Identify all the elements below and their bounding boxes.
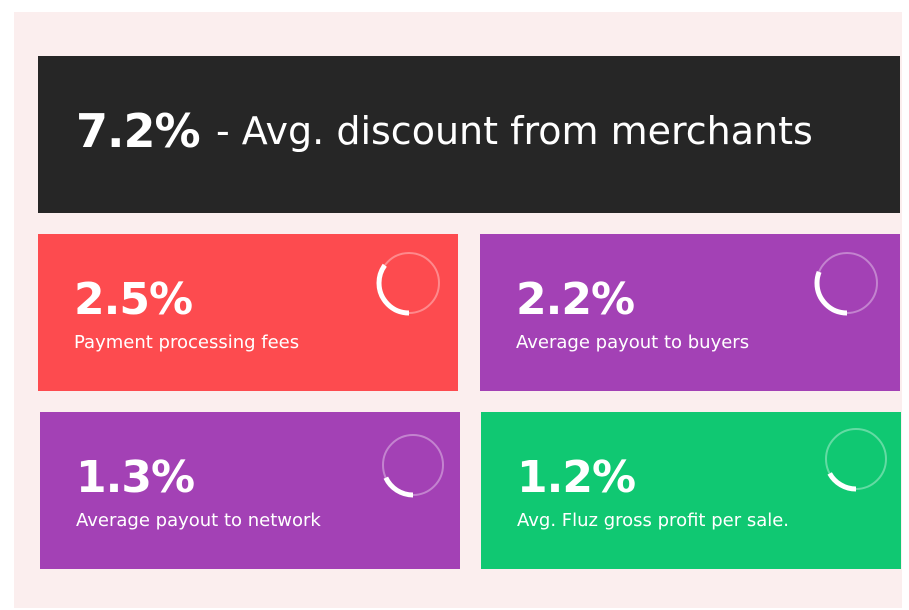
stat-card-fluz-gross-profit: 1.2% Avg. Fluz gross profit per sale. bbox=[481, 412, 901, 569]
stat-value: 1.3% bbox=[76, 452, 195, 503]
stat-value: 1.2% bbox=[517, 452, 636, 503]
progress-ring-gauge bbox=[380, 432, 446, 498]
stat-label: Average payout to network bbox=[76, 510, 321, 531]
stat-value: 2.2% bbox=[516, 274, 635, 325]
stat-label: Payment processing fees bbox=[74, 332, 300, 353]
stat-value: 2.5% bbox=[74, 274, 193, 325]
stat-label: Average payout to buyers bbox=[516, 332, 750, 353]
headline-card: 7.2% - Avg. discount from merchants bbox=[38, 56, 900, 213]
progress-ring-gauge bbox=[823, 426, 889, 492]
stat-card-average-payout-to-buyers: 2.2% Average payout to buyers bbox=[480, 234, 900, 391]
stat-card-average-payout-to-network: 1.3% Average payout to network bbox=[40, 412, 460, 569]
headline-value: 7.2% bbox=[76, 104, 201, 158]
progress-ring-gauge bbox=[376, 250, 442, 316]
stat-card-payment-processing-fees: 2.5% Payment processing fees bbox=[38, 234, 458, 391]
stat-label: Avg. Fluz gross profit per sale. bbox=[517, 510, 790, 531]
progress-ring-gauge bbox=[814, 250, 880, 316]
headline-label: - Avg. discount from merchants bbox=[216, 109, 813, 153]
